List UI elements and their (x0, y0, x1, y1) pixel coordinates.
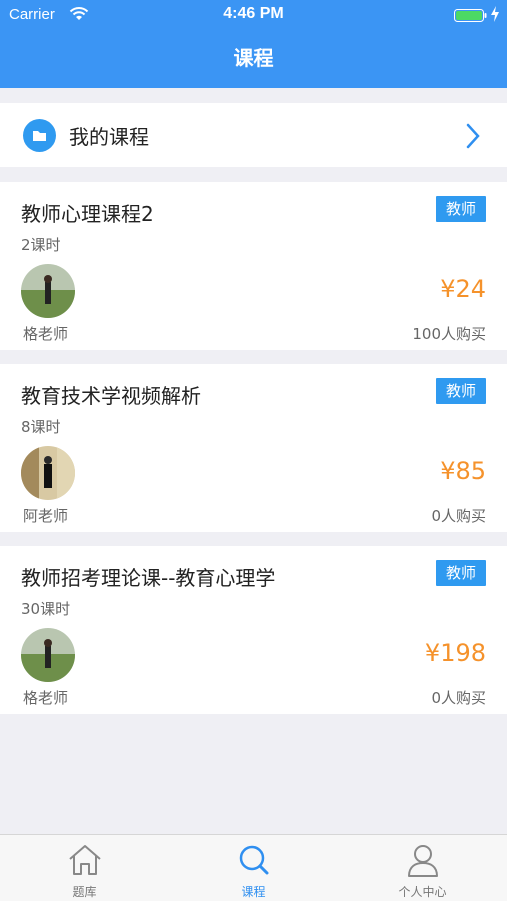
buyer-count: 0人购买 (431, 507, 486, 525)
buyer-count: 0人购买 (431, 689, 486, 707)
course-price: ¥85 (440, 457, 486, 485)
course-title: 教师招考理论课--教育心理学 (21, 566, 276, 590)
search-icon (239, 845, 269, 875)
tab-question-bank[interactable]: 题库 (0, 835, 169, 901)
course-card[interactable]: 教师招考理论课--教育心理学 教师 30课时 格老师 ¥198 0人购买 (0, 546, 507, 714)
lesson-count: 2课时 (21, 236, 61, 254)
charging-icon (491, 6, 499, 22)
battery-icon (454, 9, 487, 22)
teacher-avatar (21, 264, 75, 318)
course-title: 教师心理课程2 (21, 202, 154, 226)
tab-courses[interactable]: 课程 (169, 835, 338, 901)
course-card[interactable]: 教师心理课程2 教师 2课时 格老师 ¥24 100人购买 (0, 182, 507, 350)
course-card[interactable]: 教育技术学视频解析 教师 8课时 阿老师 ¥85 0人购买 (0, 364, 507, 532)
course-price: ¥198 (424, 639, 486, 667)
tab-label: 题库 (72, 885, 97, 899)
tab-bar: 题库 课程 个人中心 (0, 834, 507, 901)
home-icon (69, 845, 101, 875)
teacher-avatar (21, 446, 75, 500)
teacher-name: 格老师 (23, 325, 69, 343)
nav-bar: Carrier 4:46 PM 课程 (0, 0, 507, 88)
chevron-right-icon (466, 123, 480, 149)
status-bar: Carrier 4:46 PM (0, 0, 507, 30)
course-title: 教育技术学视频解析 (21, 384, 201, 408)
category-tag: 教师 (436, 196, 486, 222)
tab-profile[interactable]: 个人中心 (338, 835, 507, 901)
category-tag: 教师 (436, 378, 486, 404)
status-time: 4:46 PM (223, 5, 284, 22)
person-icon (408, 845, 438, 877)
my-courses-label: 我的课程 (69, 125, 149, 149)
tab-label: 课程 (241, 885, 266, 899)
teacher-name: 阿老师 (23, 507, 69, 525)
category-tag: 教师 (436, 560, 486, 586)
folder-icon (23, 119, 56, 152)
page-title: 课程 (233, 46, 274, 70)
tab-label: 个人中心 (398, 885, 447, 899)
my-courses-row[interactable]: 我的课程 (0, 103, 507, 167)
lesson-count: 8课时 (21, 418, 61, 436)
buyer-count: 100人购买 (412, 325, 486, 343)
course-price: ¥24 (440, 275, 486, 303)
teacher-avatar (21, 628, 75, 682)
lesson-count: 30课时 (21, 600, 71, 618)
teacher-name: 格老师 (23, 689, 69, 707)
